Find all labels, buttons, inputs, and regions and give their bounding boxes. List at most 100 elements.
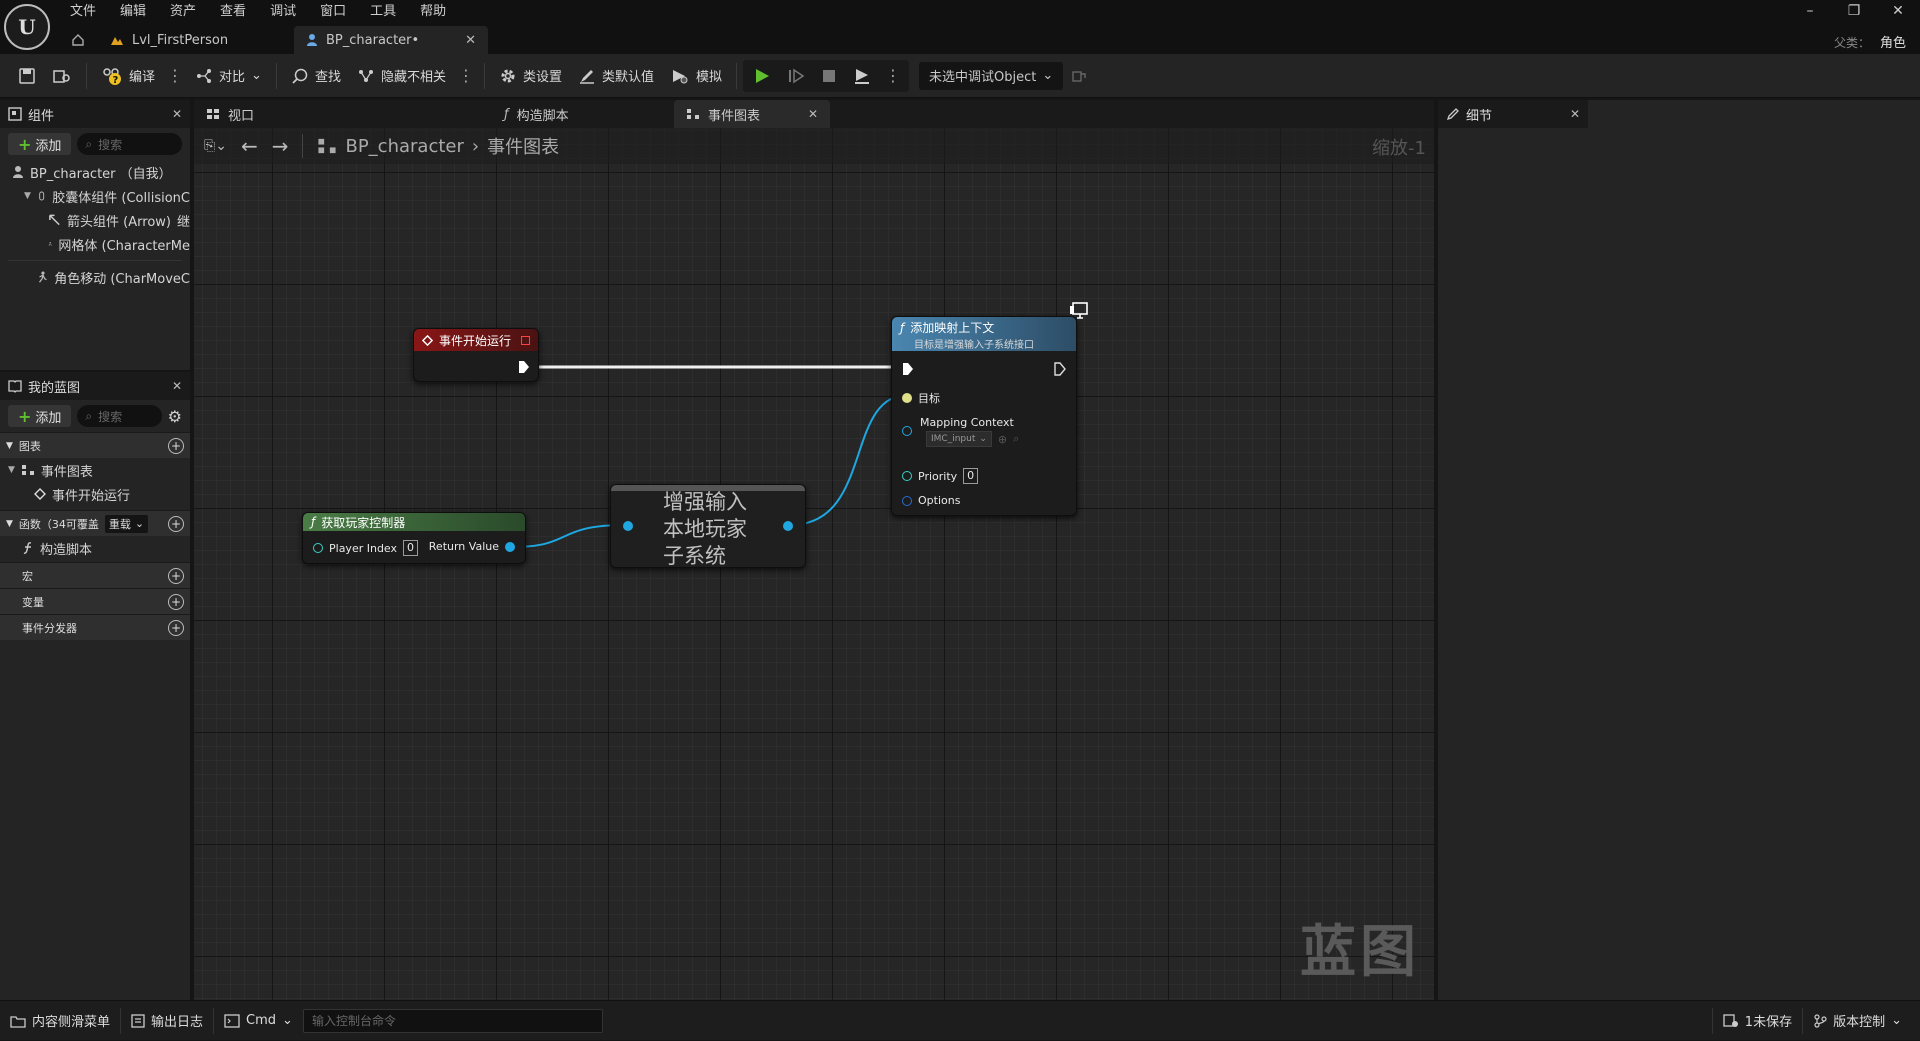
menu-debug[interactable]: 调试 <box>258 2 308 22</box>
tree-item-construction[interactable]: 构造脚本 <box>0 536 190 560</box>
graph-canvas[interactable]: ⎘⌄ ← → BP_character › 事件图表 缩放-1 事件开始运行 ƒ… <box>194 128 1434 1000</box>
close-tab-icon[interactable]: ✕ <box>465 33 476 48</box>
tree-item-capsule[interactable]: ▼ 胶囊体组件 (CollisionC <box>0 184 190 208</box>
macros-category[interactable]: 宏 + <box>0 562 190 588</box>
target-pin-icon[interactable] <box>902 393 912 403</box>
use-selected-icon[interactable]: ⊕ <box>998 433 1007 446</box>
class-settings-button[interactable]: 类设置 <box>491 61 570 91</box>
resume-button[interactable] <box>781 61 811 91</box>
int-pin-icon[interactable] <box>313 543 323 553</box>
save-button[interactable] <box>10 61 44 91</box>
object-in-pin-icon[interactable] <box>623 521 633 531</box>
expand-arrow-icon[interactable]: ▼ <box>24 191 31 201</box>
exec-out-pin[interactable] <box>1054 362 1066 376</box>
add-member-button[interactable]: + 添加 <box>8 405 72 427</box>
add-macro-icon[interactable]: + <box>168 567 184 584</box>
struct-pin-icon[interactable] <box>902 495 912 506</box>
menu-view[interactable]: 查看 <box>208 2 258 22</box>
class-defaults-button[interactable]: 类默认值 <box>570 61 662 91</box>
menu-file[interactable]: 文件 <box>58 2 108 22</box>
exec-out-pin[interactable] <box>518 360 530 374</box>
tab-lvl-firstperson[interactable]: Lvl_FirstPerson <box>98 26 294 54</box>
tree-item-self[interactable]: BP_character （自我） <box>0 160 190 184</box>
diff-button[interactable]: 对比 ⌄ <box>187 61 270 91</box>
tab-bp-character[interactable]: BP_character• ✕ <box>294 26 488 54</box>
simulate-button[interactable]: 模拟 <box>662 61 730 91</box>
settings-gear-icon[interactable]: ⚙ <box>168 407 182 426</box>
graphs-category[interactable]: ▼ 图表 + <box>0 432 190 458</box>
menu-window[interactable]: 窗口 <box>308 2 358 22</box>
minimize-button[interactable]: – <box>1788 3 1832 19</box>
output-log-button[interactable]: 输出日志 <box>121 1001 213 1041</box>
add-graph-icon[interactable]: + <box>168 437 184 454</box>
close-tab-icon[interactable]: ✕ <box>808 107 818 121</box>
cmd-dropdown[interactable]: Cmd ⌄ <box>214 1001 303 1041</box>
play-options-icon[interactable]: ⋮ <box>881 66 905 85</box>
tree-item-movement[interactable]: 角色移动 (CharMoveC <box>0 265 190 289</box>
source-control-button[interactable]: 版本控制 ⌄ <box>1803 1001 1920 1041</box>
object-pin-icon[interactable] <box>505 541 515 552</box>
restore-button[interactable]: ❐ <box>1832 3 1876 19</box>
unreal-logo[interactable]: U <box>4 4 50 50</box>
more-options-icon[interactable]: ⋮ <box>454 66 478 85</box>
add-component-button[interactable]: + 添加 <box>8 133 72 155</box>
home-tab[interactable] <box>58 26 98 54</box>
player-index-input[interactable]: 0 <box>403 540 419 556</box>
exec-in-pin[interactable] <box>902 362 914 376</box>
compile-options-icon[interactable]: ⋮ <box>163 66 187 85</box>
tree-item-arrow[interactable]: 箭头组件 (Arrow) 继 <box>0 208 190 232</box>
tab-event-graph[interactable]: 事件图表 ✕ <box>674 100 830 128</box>
components-search-input[interactable]: ⌕ 搜索 <box>77 133 182 155</box>
tree-item-event-graph[interactable]: ▼ 事件图表 <box>0 458 190 482</box>
expand-arrow-icon[interactable]: ▼ <box>8 465 15 475</box>
variables-category[interactable]: 变量 + <box>0 588 190 614</box>
console-command-input[interactable]: 输入控制台命令 <box>302 1008 603 1033</box>
object-pin-icon[interactable] <box>902 426 912 436</box>
find-button[interactable]: 查找 <box>283 61 349 91</box>
get-player-controller-node[interactable]: ƒ 获取玩家控制器 Player Index 0 Return Value <box>302 512 526 564</box>
close-panel-icon[interactable]: ✕ <box>172 379 182 393</box>
menu-asset[interactable]: 资产 <box>158 2 208 22</box>
dispatchers-category[interactable]: 事件分发器 + <box>0 614 190 640</box>
unsaved-button[interactable]: 1未保存 <box>1713 1001 1802 1041</box>
status-bar: 内容侧滑菜单 输出日志 Cmd ⌄ 输入控制台命令 1未保存 版本控制 ⌄ <box>0 1000 1920 1040</box>
close-panel-icon[interactable]: ✕ <box>172 107 182 121</box>
add-dispatcher-icon[interactable]: + <box>168 619 184 636</box>
override-dropdown[interactable]: 重载 ⌄ <box>104 514 149 533</box>
add-variable-icon[interactable]: + <box>168 593 184 610</box>
compile-button[interactable]: ? 编译 <box>93 61 163 91</box>
tree-item-mesh[interactable]: 网格体 (CharacterMe <box>0 232 190 256</box>
controller-wire[interactable] <box>511 524 627 548</box>
tab-viewport[interactable]: 视口 <box>194 100 344 128</box>
mapping-context-select[interactable]: IMC_input ⌄ <box>926 431 992 447</box>
my-blueprint-search-input[interactable]: ⌕ 搜索 <box>77 405 162 427</box>
close-window-button[interactable]: ✕ <box>1876 3 1920 19</box>
eject-button[interactable] <box>847 61 877 91</box>
delegate-pin-icon[interactable] <box>521 335 530 345</box>
browse-icon <box>53 69 70 83</box>
tab-construction-script[interactable]: ƒ 构造脚本 <box>344 100 674 128</box>
functions-category[interactable]: ▼ 函数（34可覆盖 重载 ⌄ + <box>0 510 190 536</box>
add-function-icon[interactable]: + <box>168 515 184 532</box>
content-drawer-button[interactable]: 内容侧滑菜单 <box>0 1001 120 1041</box>
stop-button[interactable] <box>815 61 843 91</box>
priority-input[interactable]: 0 <box>963 468 979 484</box>
enhanced-input-subsystem-node[interactable]: 增强输入 本地玩家 子系统 <box>610 484 806 568</box>
hide-unrelated-button[interactable]: 隐藏不相关 <box>349 61 454 91</box>
compile-warning-icon: ? <box>103 67 121 86</box>
object-out-pin-icon[interactable] <box>783 521 793 531</box>
menu-help[interactable]: 帮助 <box>408 2 458 22</box>
debug-object-select[interactable]: 未选中调试Object ⌄ <box>919 61 1064 90</box>
parent-class-value[interactable]: 角色 <box>1880 36 1906 51</box>
debug-filter-button[interactable] <box>1063 61 1095 91</box>
play-button[interactable] <box>747 61 777 91</box>
browse-search-icon[interactable]: ⌕ <box>1013 432 1019 446</box>
menu-edit[interactable]: 编辑 <box>108 2 158 22</box>
browse-button[interactable] <box>44 61 80 91</box>
add-mapping-context-node[interactable]: ƒ 添加映射上下文 目标是增强输入子系统接口 目标 Mapping Context… <box>891 302 1088 516</box>
begin-play-node[interactable]: 事件开始运行 <box>413 328 539 382</box>
int-pin-icon[interactable] <box>902 471 912 481</box>
menu-tools[interactable]: 工具 <box>358 2 408 22</box>
tree-item-begin-play[interactable]: 事件开始运行 <box>0 482 190 506</box>
close-panel-icon[interactable]: ✕ <box>1570 107 1580 121</box>
